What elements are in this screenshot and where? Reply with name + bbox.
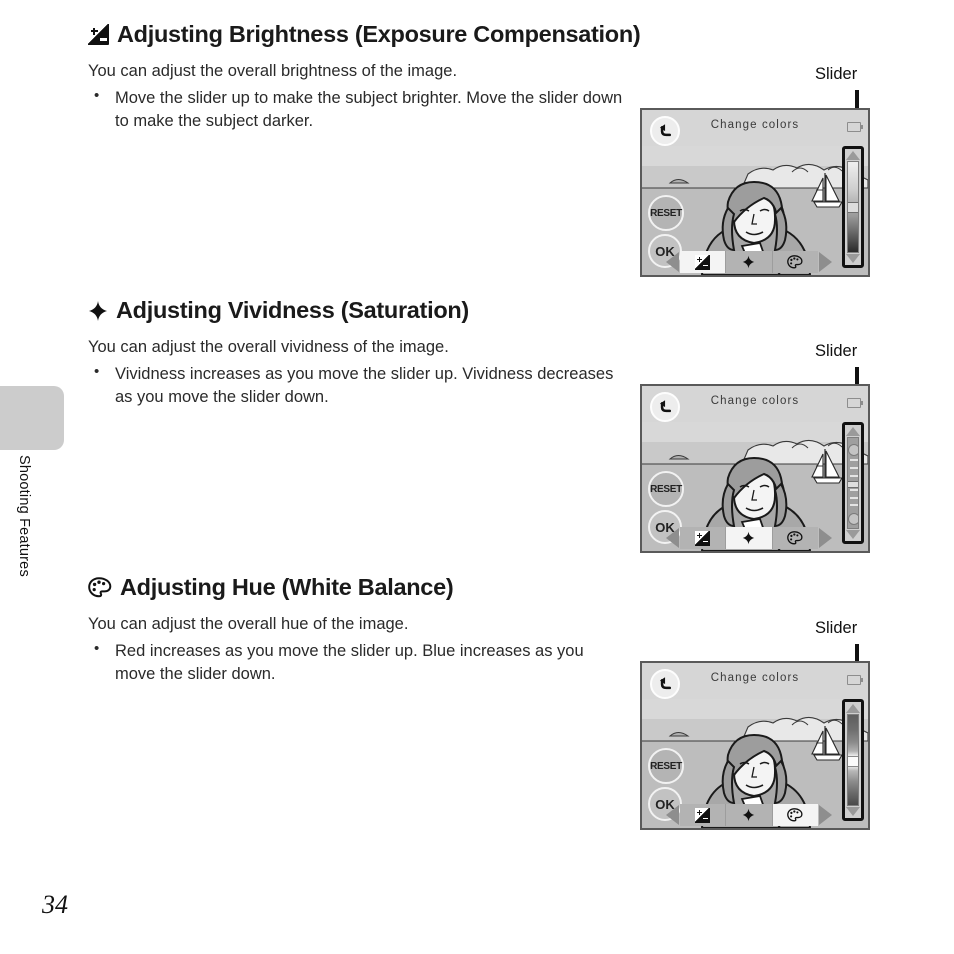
back-arrow-icon xyxy=(659,399,671,412)
section-heading-text: Adjusting Vividness (Saturation) xyxy=(116,297,469,323)
scroll-left-arrow-icon[interactable] xyxy=(666,252,679,272)
vividness-slider[interactable] xyxy=(842,422,864,544)
section-hue: Adjusting Hue (White Balance) You can ad… xyxy=(88,574,628,686)
tool-hue[interactable] xyxy=(772,804,818,826)
camera-lcd-screen: Change colors RESET OK xyxy=(640,384,870,553)
back-button[interactable] xyxy=(650,392,680,422)
back-arrow-icon xyxy=(659,676,671,689)
scroll-left-arrow-icon[interactable] xyxy=(666,528,679,548)
camera-screen-figure-brightness: Change colors RESET OK xyxy=(640,108,870,277)
tool-toolbar xyxy=(666,527,832,549)
slider-callout-label: Slider xyxy=(815,65,858,83)
section-bullet-list: Red increases as you move the slider up.… xyxy=(88,639,628,686)
scroll-right-arrow-icon[interactable] xyxy=(819,528,832,548)
section-heading-brightness: Adjusting Brightness (Exposure Compensat… xyxy=(88,21,641,48)
diamond-icon xyxy=(743,531,755,545)
battery-icon xyxy=(847,398,864,408)
tool-toolbar xyxy=(666,804,832,826)
palette-icon xyxy=(787,255,803,269)
back-button[interactable] xyxy=(650,669,680,699)
section-intro-text: You can adjust the overall hue of the im… xyxy=(88,614,409,633)
tool-brightness[interactable] xyxy=(680,251,727,273)
tool-toolbar xyxy=(666,251,832,273)
slider-track[interactable] xyxy=(847,437,859,529)
slider-up-arrow-icon[interactable] xyxy=(846,427,860,436)
tool-hue[interactable] xyxy=(773,527,818,549)
vividness-diamond-icon xyxy=(88,300,108,322)
section-bullet-list: Vividness increases as you move the slid… xyxy=(88,362,628,409)
slider-track[interactable] xyxy=(847,161,859,253)
page-number: 34 xyxy=(42,890,68,919)
tool-vividness[interactable] xyxy=(726,527,773,549)
section-heading-vividness: Adjusting Vividness (Saturation) xyxy=(88,297,628,324)
exposure-compensation-icon xyxy=(695,530,711,546)
palette-icon xyxy=(787,531,803,545)
list-item: Vividness increases as you move the slid… xyxy=(88,362,628,409)
camera-screen-figure-vividness: Change colors RESET OK xyxy=(640,384,870,553)
diamond-icon xyxy=(743,255,755,269)
list-item: Red increases as you move the slider up.… xyxy=(88,639,628,686)
brightness-slider[interactable] xyxy=(842,146,864,268)
list-item: Move the slider up to make the subject b… xyxy=(88,86,628,133)
slider-callout-label: Slider xyxy=(815,342,858,360)
slider-track[interactable] xyxy=(847,714,859,806)
tool-brightness[interactable] xyxy=(680,804,727,826)
section-intro-text: You can adjust the overall vividness of … xyxy=(88,337,449,356)
chapter-tab xyxy=(0,386,64,450)
slider-handle[interactable] xyxy=(848,481,858,489)
slider-callout-label: Slider xyxy=(815,619,858,637)
reset-button[interactable]: RESET xyxy=(648,471,684,507)
section-heading-text: Adjusting Hue (White Balance) xyxy=(120,574,454,600)
chapter-tab-label: Shooting Features xyxy=(16,455,32,577)
tool-vividness[interactable] xyxy=(726,804,773,826)
scroll-left-arrow-icon[interactable] xyxy=(666,805,679,825)
section-vividness: Adjusting Vividness (Saturation) You can… xyxy=(88,297,628,409)
tool-hue[interactable] xyxy=(773,251,818,273)
slider-up-arrow-icon[interactable] xyxy=(846,704,860,713)
tool-strip xyxy=(680,251,818,273)
hue-palette-icon xyxy=(88,577,112,598)
scroll-right-arrow-icon[interactable] xyxy=(819,805,832,825)
tool-strip xyxy=(680,804,818,826)
slider-max-knob xyxy=(848,444,858,457)
scroll-right-arrow-icon[interactable] xyxy=(819,252,832,272)
section-brightness: Adjusting Brightness (Exposure Compensat… xyxy=(88,21,641,133)
slider-min-knob xyxy=(848,512,858,525)
camera-lcd-screen: Change colors RESET OK xyxy=(640,108,870,277)
camera-lcd-screen: Change colors RESET OK xyxy=(640,661,870,830)
diamond-icon xyxy=(743,808,755,822)
tool-vividness[interactable] xyxy=(726,251,773,273)
section-intro-text: You can adjust the overall brightness of… xyxy=(88,61,458,80)
exposure-compensation-icon xyxy=(695,254,711,270)
slider-handle[interactable] xyxy=(848,755,858,767)
section-bullet-list: Move the slider up to make the subject b… xyxy=(88,86,628,133)
slider-handle[interactable] xyxy=(848,201,858,213)
battery-icon xyxy=(847,675,864,685)
slider-up-arrow-icon[interactable] xyxy=(846,151,860,160)
exposure-compensation-icon xyxy=(695,807,711,823)
tool-brightness[interactable] xyxy=(680,527,727,549)
exposure-compensation-icon xyxy=(88,24,109,46)
section-heading-text: Adjusting Brightness (Exposure Compensat… xyxy=(117,21,641,47)
back-arrow-icon xyxy=(659,123,671,136)
slider-down-arrow-icon[interactable] xyxy=(846,254,860,263)
reset-button[interactable]: RESET xyxy=(648,748,684,784)
battery-icon xyxy=(847,122,864,132)
slider-down-arrow-icon[interactable] xyxy=(846,807,860,816)
palette-icon xyxy=(787,808,803,822)
tool-strip xyxy=(680,527,818,549)
section-heading-hue: Adjusting Hue (White Balance) xyxy=(88,574,628,601)
slider-down-arrow-icon[interactable] xyxy=(846,530,860,539)
reset-button[interactable]: RESET xyxy=(648,195,684,231)
hue-slider[interactable] xyxy=(842,699,864,821)
camera-screen-figure-hue: Change colors RESET OK xyxy=(640,661,870,830)
back-button[interactable] xyxy=(650,116,680,146)
